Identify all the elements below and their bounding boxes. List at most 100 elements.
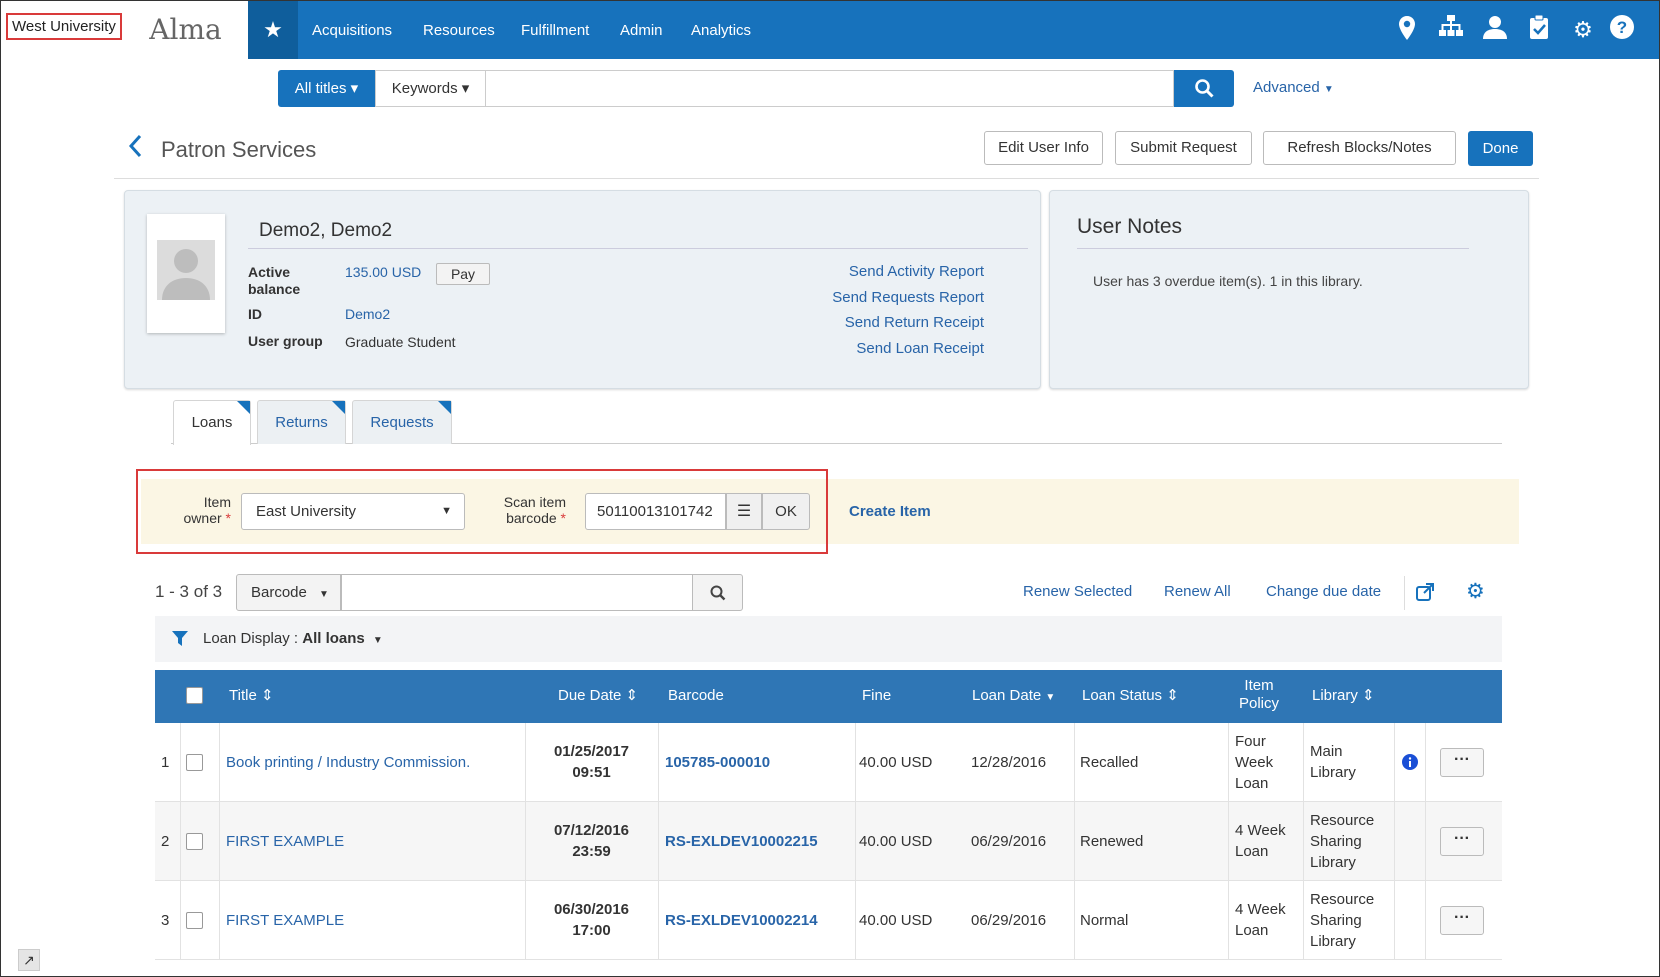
row-number: 3 xyxy=(161,912,170,929)
ok-button[interactable]: OK xyxy=(762,493,810,530)
sort-icon: ⇕ xyxy=(1362,687,1375,704)
sort-icon: ⇕ xyxy=(625,687,639,704)
send-loan-receipt-link[interactable]: Send Loan Receipt xyxy=(781,340,984,357)
fine: 40.00 USD xyxy=(859,754,933,771)
sort-icon: ⇕ xyxy=(260,687,274,704)
barcode-input[interactable]: 50110013101742 xyxy=(585,493,726,530)
export-icon[interactable] xyxy=(1416,583,1434,604)
search-input[interactable] xyxy=(486,70,1174,107)
column-header-library[interactable]: Library ⇕ xyxy=(1312,687,1375,705)
select-all-checkbox[interactable] xyxy=(186,687,203,704)
info-icon[interactable] xyxy=(1402,754,1418,773)
tab-corner-icon xyxy=(332,401,345,414)
avatar xyxy=(147,214,225,333)
title-link[interactable]: FIRST EXAMPLE xyxy=(226,910,344,931)
tab-loans[interactable]: Loans xyxy=(173,400,251,445)
column-header-barcode: Barcode xyxy=(668,687,724,704)
loan-status: Renewed xyxy=(1080,833,1144,850)
nav-acquisitions[interactable]: Acquisitions xyxy=(312,1,392,59)
change-due-date-link[interactable]: Change due date xyxy=(1266,583,1381,600)
filter-search-button[interactable] xyxy=(692,574,743,611)
item-owner-label: Item owner * xyxy=(183,494,231,526)
renew-selected-link[interactable]: Renew Selected xyxy=(1023,583,1132,600)
alma-logo[interactable]: Alma xyxy=(123,1,248,59)
results-count: 1 - 3 of 3 xyxy=(155,582,223,601)
due-date: 01/25/2017 09:51 xyxy=(553,743,630,781)
search-button[interactable] xyxy=(1174,70,1234,107)
required-asterisk: * xyxy=(225,510,231,526)
loan-date: 12/28/2016 xyxy=(971,754,1047,771)
institution-name[interactable]: West University xyxy=(6,13,122,40)
barcode-link[interactable]: RS-EXLDEV10002214 xyxy=(665,910,818,931)
create-item-link[interactable]: Create Item xyxy=(849,503,931,520)
filter-icon[interactable] xyxy=(172,631,188,649)
loan-date: 06/29/2016 xyxy=(971,912,1047,929)
loan-display-filter[interactable]: Loan Display : All loans ▼ xyxy=(203,630,383,647)
loan-status: Recalled xyxy=(1080,754,1139,771)
item-policy: Four Week Loan xyxy=(1235,733,1274,792)
user-group-label: User group xyxy=(248,333,323,349)
location-pin-icon[interactable] xyxy=(1392,15,1422,45)
barcode-link[interactable]: RS-EXLDEV10002215 xyxy=(665,831,818,852)
tasks-clipboard-icon[interactable] xyxy=(1524,14,1554,45)
barcode-link[interactable]: 105785-000010 xyxy=(665,752,770,773)
pay-button[interactable]: Pay xyxy=(436,263,490,285)
nav-analytics[interactable]: Analytics xyxy=(691,1,751,59)
table-settings-gear-icon[interactable]: ⚙ xyxy=(1466,579,1485,604)
sort-desc-icon: ▼ xyxy=(1045,692,1056,703)
column-header-title[interactable]: Title ⇕ xyxy=(229,687,274,705)
row-checkbox[interactable] xyxy=(186,754,203,771)
column-header-loan-status[interactable]: Loan Status ⇕ xyxy=(1082,687,1179,705)
expand-arrow-icon[interactable]: ↗ xyxy=(18,949,40,971)
fine: 40.00 USD xyxy=(859,912,933,929)
settings-gear-icon[interactable]: ⚙ xyxy=(1568,15,1598,45)
favorites-star-icon[interactable]: ★ xyxy=(248,1,298,59)
title-link[interactable]: Book printing / Industry Commission. xyxy=(226,752,470,773)
user-note-text: User has 3 overdue item(s). 1 in this li… xyxy=(1093,273,1363,289)
divider xyxy=(1077,248,1469,249)
send-activity-report-link[interactable]: Send Activity Report xyxy=(781,263,984,280)
search-scope-dropdown[interactable]: All titles ▾ xyxy=(278,70,375,107)
row-checkbox[interactable] xyxy=(186,912,203,929)
institution-switcher[interactable]: West University xyxy=(1,1,123,59)
submit-request-button[interactable]: Submit Request xyxy=(1115,131,1252,165)
due-date: 06/30/2016 17:00 xyxy=(553,901,630,939)
active-balance-value[interactable]: 135.00 USD xyxy=(345,264,421,280)
edit-user-info-button[interactable]: Edit User Info xyxy=(984,131,1103,165)
filter-input[interactable] xyxy=(341,574,693,611)
help-icon[interactable]: ? xyxy=(1607,15,1637,45)
send-requests-report-link[interactable]: Send Requests Report xyxy=(781,289,984,306)
row-actions-button[interactable]: ··· xyxy=(1440,906,1484,935)
library: Resource Sharing Library xyxy=(1310,891,1375,950)
sitemap-icon[interactable] xyxy=(1436,15,1466,45)
nav-admin[interactable]: Admin xyxy=(620,1,663,59)
search-field-dropdown[interactable]: Keywords ▾ xyxy=(375,70,486,107)
refresh-blocks-notes-button[interactable]: Refresh Blocks/Notes xyxy=(1263,131,1456,165)
caret-down-icon: ▼ xyxy=(319,589,329,600)
nav-fulfillment[interactable]: Fulfillment xyxy=(521,1,589,59)
row-actions-button[interactable]: ··· xyxy=(1440,827,1484,856)
list-icon[interactable]: ☰ xyxy=(726,493,762,530)
due-date: 07/12/2016 23:59 xyxy=(553,822,630,860)
id-value[interactable]: Demo2 xyxy=(345,306,390,322)
item-owner-select[interactable]: East University ▼ xyxy=(241,493,465,530)
svg-text:?: ? xyxy=(1617,18,1627,37)
back-arrow-icon[interactable] xyxy=(128,134,142,162)
column-header-fine: Fine xyxy=(862,687,892,704)
row-actions-button[interactable]: ··· xyxy=(1440,748,1484,777)
nav-resources[interactable]: Resources xyxy=(423,1,495,59)
search-icon xyxy=(1195,79,1214,98)
renew-all-link[interactable]: Renew All xyxy=(1164,583,1231,600)
title-link[interactable]: FIRST EXAMPLE xyxy=(226,831,344,852)
filter-field-dropdown[interactable]: Barcode ▼ xyxy=(236,574,341,611)
column-header-loan-date[interactable]: Loan Date ▼ xyxy=(972,687,1055,707)
column-header-due-date[interactable]: Due Date ⇕ xyxy=(558,687,638,705)
done-button[interactable]: Done xyxy=(1468,131,1533,166)
advanced-search-link[interactable]: Advanced ▼ xyxy=(1253,79,1334,96)
row-checkbox[interactable] xyxy=(186,833,203,850)
send-return-receipt-link[interactable]: Send Return Receipt xyxy=(781,314,984,331)
tab-requests[interactable]: Requests xyxy=(352,400,452,444)
user-icon[interactable] xyxy=(1480,15,1510,45)
library: Main Library xyxy=(1310,743,1356,781)
tab-returns[interactable]: Returns xyxy=(257,400,346,444)
